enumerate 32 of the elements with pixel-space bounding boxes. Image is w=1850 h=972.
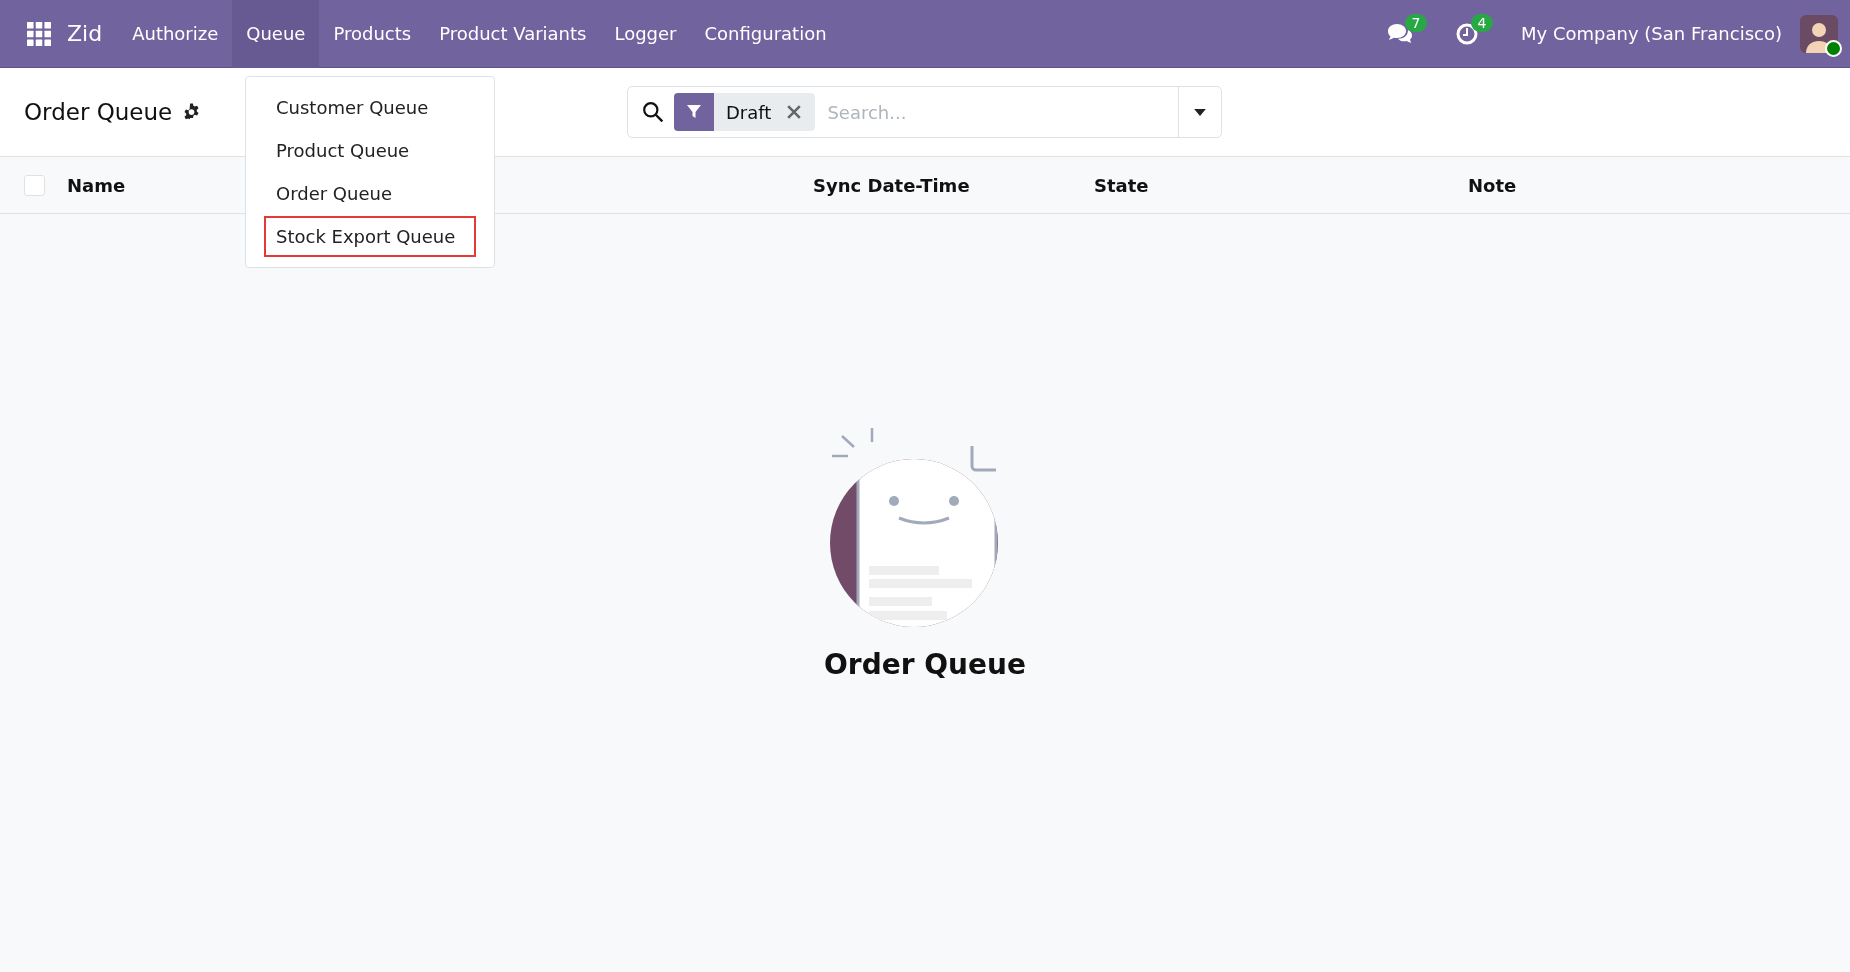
dropdown-item[interactable]: Stock Export Queue bbox=[264, 216, 476, 257]
column-header[interactable]: State bbox=[1094, 174, 1149, 196]
chat-bubbles-icon bbox=[1387, 22, 1414, 45]
messages-button[interactable]: 7 bbox=[1373, 13, 1428, 54]
search-icon[interactable] bbox=[642, 101, 664, 123]
page-title: Order Queue bbox=[24, 99, 173, 125]
caret-icon bbox=[1194, 108, 1206, 116]
close-icon[interactable] bbox=[787, 105, 802, 119]
empty-state-title: Order Queue bbox=[824, 648, 1026, 681]
column-header[interactable]: Note bbox=[1468, 174, 1517, 196]
count-badge: 7 bbox=[1405, 13, 1428, 32]
menu-item[interactable]: Product Variants bbox=[425, 0, 601, 68]
column-header[interactable]: Name bbox=[67, 174, 126, 196]
menu-item[interactable]: Products bbox=[319, 0, 426, 68]
activities-button[interactable]: 4 bbox=[1441, 13, 1494, 54]
menu-item[interactable]: Configuration bbox=[690, 0, 841, 68]
dropdown-item[interactable]: Customer Queue bbox=[264, 87, 476, 128]
filter-icon bbox=[674, 93, 714, 131]
menu-item[interactable]: Authorize bbox=[118, 0, 233, 68]
column-header[interactable]: Sync Date-Time bbox=[813, 174, 970, 196]
dropdown-item[interactable]: Product Queue bbox=[264, 130, 476, 171]
dropdown-item[interactable]: Order Queue bbox=[264, 173, 476, 214]
company-switcher[interactable]: My Company (San Francisco) bbox=[1521, 23, 1782, 44]
app-grid-icon[interactable] bbox=[27, 21, 51, 46]
facet-label: Draft bbox=[725, 101, 773, 123]
search-input[interactable]: Search... bbox=[815, 101, 1178, 123]
menu-item[interactable]: Logger bbox=[600, 0, 691, 68]
app-name[interactable]: Zid bbox=[67, 21, 103, 46]
count-badge: 4 bbox=[1471, 13, 1494, 32]
menu-item[interactable]: Queue bbox=[232, 0, 320, 68]
select-all-checkbox[interactable] bbox=[24, 174, 45, 196]
clock-icon bbox=[1455, 21, 1480, 46]
